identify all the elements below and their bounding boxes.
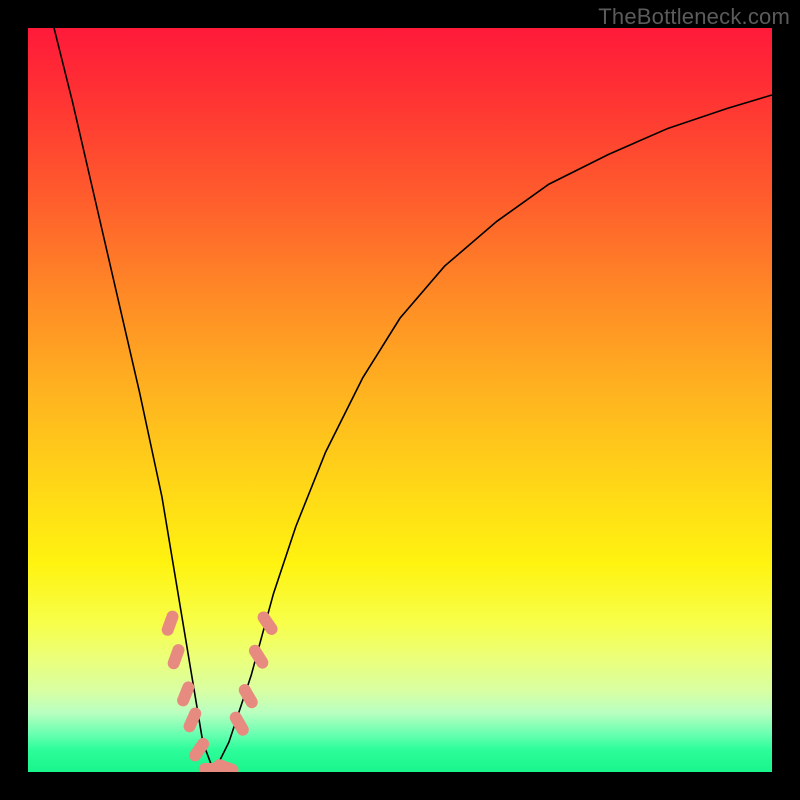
curve-marker [212, 757, 241, 772]
curve-marker [237, 682, 260, 711]
curve-marker [247, 642, 271, 670]
chart-svg [28, 28, 772, 772]
curve-marker [255, 609, 280, 637]
curve-marker [166, 642, 186, 671]
curve-marker [187, 736, 212, 764]
plot-area [28, 28, 772, 772]
curve-marker [182, 706, 204, 735]
outer-frame: TheBottleneck.com [0, 0, 800, 800]
curve-marker [175, 680, 196, 709]
curve-marker [160, 609, 180, 638]
watermark-text: TheBottleneck.com [598, 4, 790, 30]
bottleneck-curve [54, 28, 772, 772]
